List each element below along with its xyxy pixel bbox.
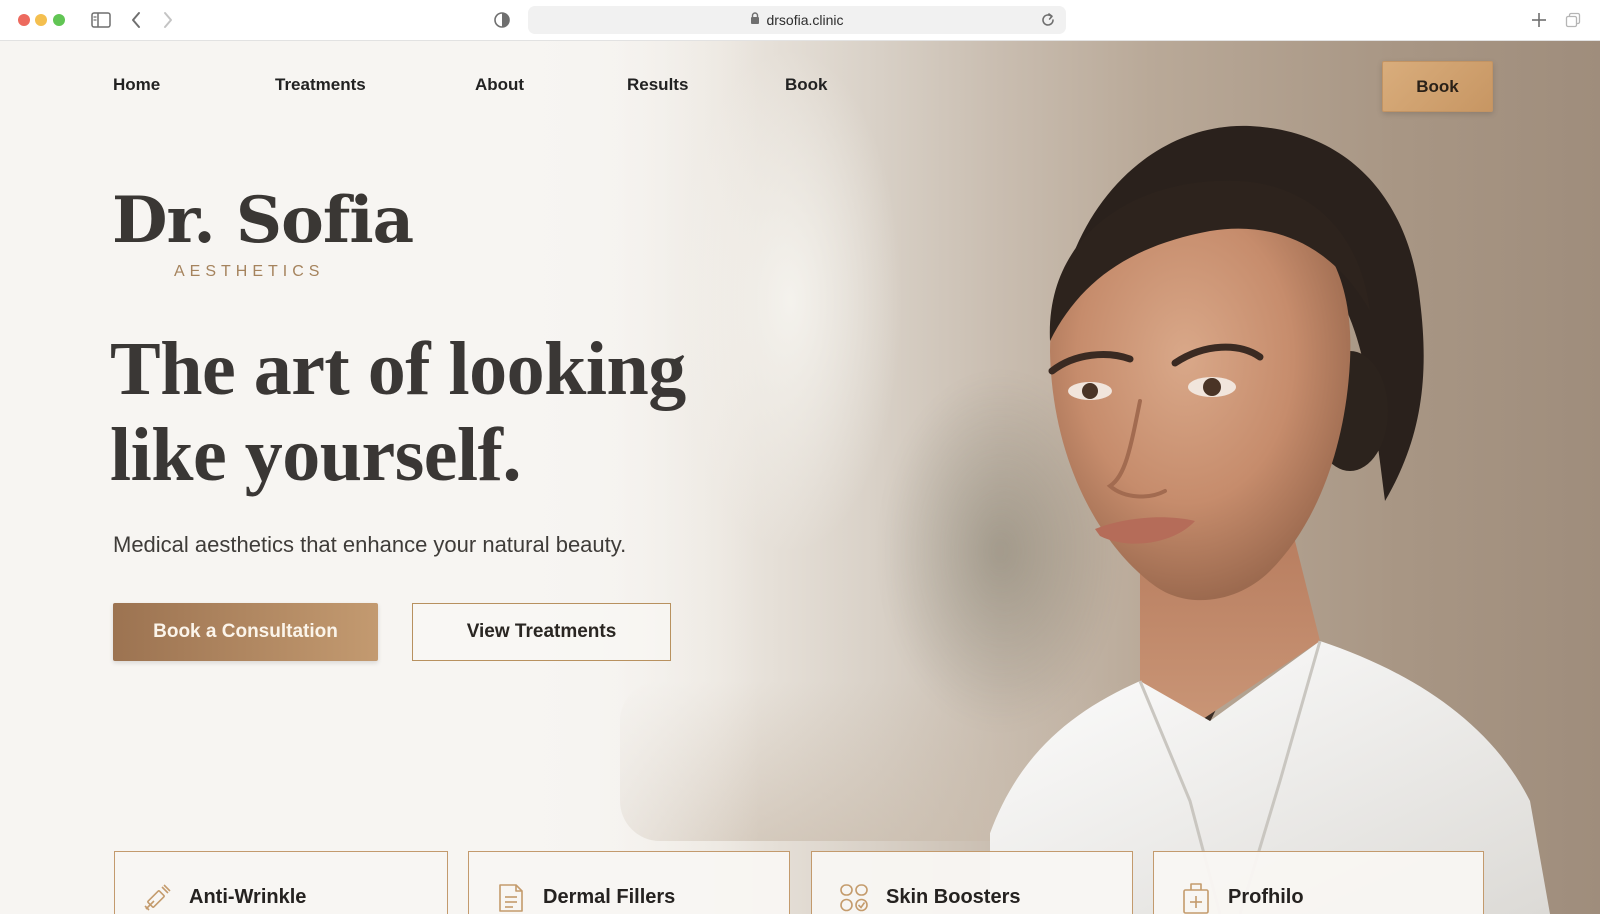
syringe-icon: [139, 880, 175, 914]
address-bar[interactable]: drsofia.clinic: [528, 6, 1066, 34]
hero-headline: The art of looking like yourself.: [110, 326, 750, 498]
document-icon: [493, 880, 529, 914]
nav-link-home[interactable]: Home: [113, 75, 160, 95]
close-window-button[interactable]: [18, 14, 30, 26]
nav-link-book[interactable]: Book: [785, 75, 828, 95]
doctor-portrait-image: [990, 125, 1550, 914]
treatment-label: Anti-Wrinkle: [189, 886, 307, 908]
treatment-card-skin-boosters[interactable]: Skin Boosters: [811, 851, 1133, 914]
sidebar-icon[interactable]: [90, 9, 112, 31]
nav-link-about[interactable]: About: [475, 75, 524, 95]
browser-toolbar: drsofia.clinic: [0, 0, 1600, 41]
book-consultation-button[interactable]: Book a Consultation: [113, 603, 378, 661]
treatment-card-anti-wrinkle[interactable]: Anti-Wrinkle: [114, 851, 448, 914]
reload-icon[interactable]: [1038, 10, 1058, 30]
plus-icon[interactable]: [1528, 9, 1550, 31]
back-arrow-icon[interactable]: [126, 9, 146, 31]
forward-arrow-icon[interactable]: [158, 9, 178, 31]
hero-section: Home Treatments About Results Book Book …: [0, 41, 1600, 914]
medical-kit-icon: [1178, 880, 1214, 914]
treatment-label: Profhilo: [1228, 886, 1304, 908]
nav-link-results[interactable]: Results: [627, 75, 688, 95]
tabs-overview-icon[interactable]: [1562, 9, 1584, 31]
lock-icon: [750, 11, 760, 29]
headline-line-1: The art of looking: [110, 327, 686, 411]
view-treatments-button[interactable]: View Treatments: [412, 603, 671, 661]
treatment-label: Skin Boosters: [886, 886, 1021, 908]
treatment-card-dermal-fillers[interactable]: Dermal Fillers: [468, 851, 790, 914]
shield-icon[interactable]: [491, 9, 513, 31]
book-button[interactable]: Book: [1382, 61, 1493, 112]
treatment-label: Dermal Fillers: [543, 886, 676, 908]
treatment-card-profhilo[interactable]: Profhilo: [1153, 851, 1484, 914]
bubbles-icon: [836, 880, 872, 914]
minimize-window-button[interactable]: [35, 14, 47, 26]
headline-line-2: like yourself.: [110, 413, 521, 497]
url-text: drsofia.clinic: [766, 12, 844, 28]
nav-link-treatments[interactable]: Treatments: [275, 75, 366, 95]
brand-name: Dr. Sofia: [112, 183, 414, 258]
hero-subheadline: Medical aesthetics that enhance your nat…: [113, 532, 627, 557]
brand-tagline: AESTHETICS: [174, 263, 325, 280]
zoom-window-button[interactable]: [53, 14, 65, 26]
